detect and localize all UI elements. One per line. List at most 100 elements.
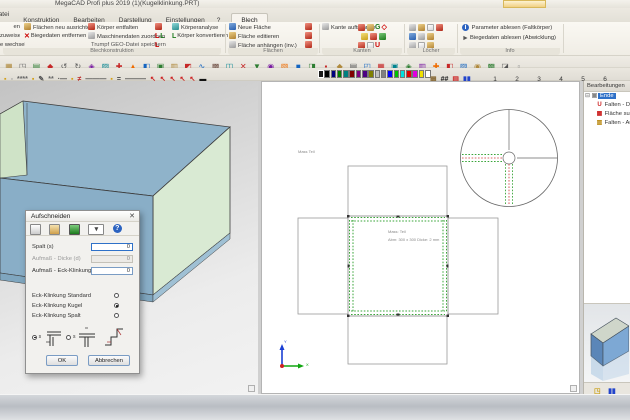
palette-swatch-13[interactable] — [400, 70, 406, 78]
body-analysis-icon — [172, 23, 179, 30]
face-tool1-icon — [305, 23, 312, 30]
tree-item-icon: U — [596, 101, 603, 110]
tree-item-label: Falten - Dicke — [603, 102, 630, 108]
title-bar: MegaCAD Profi plus 2019 (1)(Kugelklinkun… — [0, 0, 630, 8]
palette-swatch-6[interactable] — [356, 70, 362, 78]
ribbon-icon-face-1[interactable] — [305, 23, 314, 32]
ribbon: en zuweisen e wechseln Flächen neu ausri… — [0, 22, 630, 56]
ucs-axis-icon — [280, 344, 305, 369]
info-icon: i — [462, 24, 469, 31]
ribbon-item-flaechen-neu-ausrichten[interactable]: Flächen neu ausrichten — [24, 23, 93, 32]
copy-icon[interactable] — [30, 224, 41, 235]
operations-panel: Bearbeitungen ⊟▣Ende U Falten - Dicke▦ F… — [583, 81, 630, 394]
ribbon-item-biegedaten-entfernen[interactable]: ✕Biegedaten entfernen — [24, 32, 86, 41]
palette-swatch-8[interactable] — [368, 70, 374, 78]
model-preview-thumbnail[interactable] — [584, 303, 630, 382]
diamond-icon: ◇ — [381, 23, 386, 32]
tree-root-label[interactable]: Ende — [598, 93, 616, 99]
variant-s1-radio[interactable] — [32, 335, 37, 340]
titlebar-highlight — [503, 0, 546, 8]
tree-item-label: Falten - Aufschn. — [603, 120, 630, 126]
palette-swatch-7[interactable] — [362, 70, 368, 78]
viewport-2d[interactable]: Mass Teil Mass: Teil Abm: 300 x 300 Dick… — [261, 81, 580, 394]
append-face-icon — [229, 41, 236, 48]
drawing-annotation-center-1: Mass: Teil — [388, 230, 406, 235]
radio-standard-label: Eck-Klinkung Standard — [32, 293, 91, 299]
variant-s2-radio[interactable] — [66, 335, 71, 340]
field-spalt-label: Spalt (s) — [32, 244, 54, 250]
ribbon-item-koerper-entfalten[interactable]: Körper entfalten — [88, 23, 138, 32]
ribbon-item-biegedaten-ablesen[interactable]: ►Biegedaten ablesen (Abwicklung) — [462, 34, 556, 43]
tree-expander-icon[interactable]: ⊟ — [584, 92, 591, 101]
group-label-blechkonstruktion: Blechkonstruktion — [3, 48, 221, 55]
ribbon-icons-kanten-r1[interactable]: G◇ — [357, 23, 388, 32]
field-dicke-label: Aufmaß - Dicke (d) — [32, 256, 81, 262]
radio-spalt[interactable] — [114, 313, 119, 318]
palette-swatch-10[interactable] — [381, 70, 387, 78]
tree-item-3[interactable]: ▥ Falten - Aufschn. — [584, 119, 630, 128]
ribbon-item-flaeche-editieren[interactable]: Fläche editieren — [229, 32, 279, 41]
group-label-kanten: Kanten — [322, 48, 402, 55]
face-tool2-icon — [305, 32, 312, 39]
field-eckklinkung-label: Aufmaß - Eck-Klinkung (e) — [32, 268, 100, 274]
menu-datei[interactable]: Datei — [0, 8, 16, 22]
palette-swatch-12[interactable] — [394, 70, 400, 78]
axis-y-label: Y — [284, 340, 287, 345]
ribbon-item-clipped-1[interactable]: en — [0, 23, 20, 32]
ribbon-item-neue-flaeche[interactable]: Neue Fläche — [229, 23, 271, 32]
window-title: MegaCAD Profi plus 2019 (1)(Kugelklinkun… — [55, 0, 199, 8]
variant-s1-label: s — [39, 334, 42, 340]
eckklinkung-input[interactable]: 0 — [91, 267, 133, 275]
ribbon-icons-loecher-r2[interactable] — [408, 32, 435, 41]
table-icon[interactable] — [69, 224, 80, 235]
palette-swatch-2[interactable] — [331, 70, 337, 78]
help-icon[interactable]: ? — [113, 224, 122, 233]
palette-swatch-16[interactable] — [419, 70, 425, 78]
scroll-button-left-view[interactable] — [248, 385, 255, 392]
palette-swatch-5[interactable] — [349, 70, 355, 78]
group-label-loecher: Löcher — [407, 48, 455, 55]
ok-button[interactable]: OK — [46, 355, 78, 366]
convert-body-icon: L — [172, 32, 176, 41]
dialog-close-icon[interactable]: ✕ — [129, 211, 135, 222]
ribbon-icons-kanten-r2[interactable] — [360, 32, 387, 41]
ribbon-item-maschinendaten[interactable]: Maschinendaten zuordnen — [88, 32, 165, 41]
variant-s1-diagram — [43, 326, 61, 348]
edit-face-icon — [229, 32, 236, 39]
paste-icon[interactable] — [49, 224, 60, 235]
palette-swatch-14[interactable] — [406, 70, 412, 78]
radio-kugel-label: Eck-Klinkung Kugel — [32, 303, 82, 309]
face-tool3-icon — [305, 41, 312, 48]
palette-swatch-15[interactable] — [412, 70, 418, 78]
ribbon-item-koerperanalyse[interactable]: Körperanalyse — [172, 23, 218, 32]
tree-item-2[interactable]: ▦ Fläche subtrah. — [584, 110, 630, 119]
spalt-input[interactable]: 0 — [91, 243, 133, 251]
ribbon-icon-stack-2[interactable]: LL — [155, 32, 166, 41]
cancel-button[interactable]: Abbrechen — [88, 355, 130, 366]
new-face-icon — [229, 23, 236, 30]
ribbon-icon-stack-1[interactable] — [155, 23, 164, 32]
style-dropdown-icon[interactable]: ▾ — [88, 224, 104, 235]
scroll-button-right-view[interactable] — [570, 385, 577, 392]
palette-swatch-11[interactable] — [387, 70, 393, 78]
ribbon-item-clipped-2[interactable]: zuweisen — [0, 32, 20, 41]
ribbon-item-parameter-ablesen[interactable]: i Parameter ablesen (Faltkörper) — [462, 24, 552, 33]
group-label-flaechen: Flächen — [228, 48, 318, 55]
profile-red-icon: L — [155, 32, 159, 41]
radio-standard[interactable] — [114, 293, 119, 298]
megacad-window: MegaCAD Profi plus 2019 (1)(Kugelklinkun… — [0, 0, 630, 420]
palette-current-swatch[interactable] — [318, 70, 324, 78]
radio-kugel[interactable] — [114, 303, 119, 308]
ribbon-icons-loecher-r1[interactable] — [408, 23, 444, 32]
variant-s2-label: s — [73, 334, 76, 340]
machine-data-icon — [88, 32, 95, 39]
tree-item-1[interactable]: U Falten - Dicke — [584, 101, 630, 110]
palette-swatch-3[interactable] — [337, 70, 343, 78]
palette-swatch-4[interactable] — [343, 70, 349, 78]
operations-tree: ⊟▣Ende U Falten - Dicke▦ Fläche subtrah.… — [584, 92, 630, 303]
ribbon-item-koerper-konvertieren[interactable]: LKörper konvertieren — [172, 32, 228, 41]
tree-root-row[interactable]: ⊟▣Ende — [584, 92, 630, 101]
palette-swatch-1[interactable] — [324, 70, 330, 78]
ribbon-icon-face-2[interactable] — [305, 32, 314, 41]
palette-swatch-9[interactable] — [375, 70, 381, 78]
